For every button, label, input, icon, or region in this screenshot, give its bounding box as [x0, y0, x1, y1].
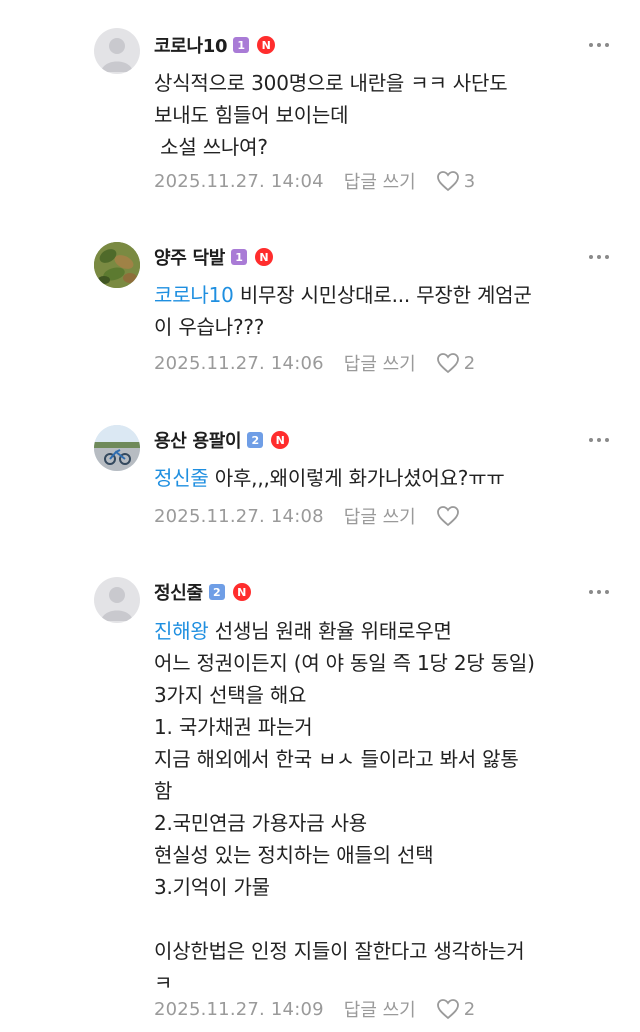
- new-badge: N: [255, 248, 274, 266]
- comment-line: 함: [154, 779, 173, 803]
- dot-icon: [605, 255, 609, 259]
- dot-icon: [605, 43, 609, 47]
- comment-date: 2025.11.27. 14:08: [154, 505, 324, 527]
- like-count: 2: [463, 352, 476, 374]
- comment-text: 상식적으로 300명으로 내란을 ㅋㅋ 사단도 보내도 힘들어 보이는데 소설 …: [154, 67, 624, 163]
- author-nickname[interactable]: 용산 용팔이: [154, 427, 242, 453]
- comment-text: 진해왕 선생님 원래 환율 위태로우면 어느 정권이든지 (여 야 동일 즉 1…: [154, 615, 624, 999]
- reply-button[interactable]: 답글 쓰기: [344, 350, 416, 376]
- author-nickname[interactable]: 정신줄: [154, 579, 203, 605]
- level-badge: 1: [233, 37, 250, 53]
- author-row: 정신줄 2 N: [154, 579, 251, 605]
- heart-icon: [436, 171, 459, 192]
- avatar-default[interactable]: [94, 577, 140, 623]
- author-nickname[interactable]: 코로나10: [154, 32, 228, 58]
- dot-icon: [597, 590, 601, 594]
- dot-icon: [605, 438, 609, 442]
- comment-date: 2025.11.27. 14:04: [154, 170, 324, 192]
- mention-link[interactable]: 진해왕: [154, 619, 209, 643]
- level-badge: 2: [247, 432, 264, 448]
- comment-meta: 2025.11.27. 14:06 답글 쓰기 2: [154, 350, 475, 376]
- mention-link[interactable]: 코로나10: [154, 283, 234, 307]
- more-options-button[interactable]: [584, 430, 614, 450]
- avatar-photo[interactable]: [94, 242, 140, 288]
- comment-text: 정신줄 아후,,,왜이렇게 화가나셨어요?ㅠㅠ: [154, 462, 624, 494]
- default-avatar-icon: [101, 587, 133, 621]
- comment-line: 보내도 힘들어 보이는데: [154, 103, 349, 127]
- avatar-photo[interactable]: [94, 425, 140, 471]
- profile-photo-icon: [94, 242, 140, 288]
- comment-meta: 2025.11.27. 14:08 답글 쓰기: [154, 503, 464, 529]
- more-options-button[interactable]: [584, 247, 614, 267]
- dot-icon: [605, 590, 609, 594]
- comment-meta: 2025.11.27. 14:04 답글 쓰기 3: [154, 168, 475, 194]
- comment-line: 2.국민연금 가용자금 사용: [154, 811, 367, 835]
- comment-line: [154, 903, 624, 935]
- reply-button[interactable]: 답글 쓰기: [344, 168, 416, 194]
- new-badge: N: [232, 583, 251, 601]
- dot-icon: [589, 43, 593, 47]
- comment-line: 현실성 있는 정치하는 애들의 선택: [154, 843, 434, 867]
- comment-line: 어느 정권이든지 (여 야 동일 즉 1당 2당 동일): [154, 651, 535, 675]
- comment-line: 3가지 선택을 해요: [154, 683, 307, 707]
- comment-line: 상식적으로 300명으로 내란을 ㅋㅋ 사단도: [154, 71, 508, 95]
- dot-icon: [589, 438, 593, 442]
- new-badge: N: [271, 431, 290, 449]
- dot-icon: [589, 590, 593, 594]
- comment-line: 이상한법은 인정 지들이 잘한다고 생각하는거: [154, 939, 525, 963]
- like-button[interactable]: 3: [436, 170, 475, 192]
- comment-line: 지금 해외에서 한국 ㅂㅅ 들이라고 봐서 앓통: [154, 747, 519, 771]
- profile-photo-icon: [94, 425, 140, 471]
- comment-date: 2025.11.27. 14:09: [154, 998, 324, 1020]
- heart-icon: [436, 353, 459, 374]
- comment-meta: 2025.11.27. 14:09 답글 쓰기 2: [154, 996, 475, 1022]
- comment-line: 비무장 시민상대로... 무장한 계엄군: [233, 283, 532, 307]
- dot-icon: [597, 438, 601, 442]
- dot-icon: [597, 255, 601, 259]
- more-options-button[interactable]: [584, 582, 614, 602]
- like-button[interactable]: 2: [436, 352, 475, 374]
- reply-button[interactable]: 답글 쓰기: [344, 996, 416, 1022]
- more-options-button[interactable]: [584, 35, 614, 55]
- level-badge: 2: [208, 584, 225, 600]
- author-row: 용산 용팔이 2 N: [154, 427, 290, 453]
- reply-button[interactable]: 답글 쓰기: [344, 503, 416, 529]
- comment-line: 소설 쓰나여?: [154, 135, 268, 159]
- heart-icon: [436, 506, 459, 527]
- comment-date: 2025.11.27. 14:06: [154, 352, 324, 374]
- comment-line: 3.기억이 가물: [154, 875, 270, 899]
- comment-line: ㅋ: [154, 971, 173, 995]
- avatar-default[interactable]: [94, 28, 140, 74]
- mention-link[interactable]: 정신줄: [154, 466, 209, 490]
- like-count: 3: [463, 170, 476, 192]
- like-button[interactable]: [436, 505, 464, 527]
- dot-icon: [589, 255, 593, 259]
- comment-line: 이 우습나???: [154, 315, 265, 339]
- default-avatar-icon: [101, 38, 133, 72]
- author-row: 양주 닥발 1 N: [154, 244, 274, 270]
- new-badge: N: [257, 36, 276, 54]
- heart-icon: [436, 999, 459, 1020]
- comment-text: 코로나10 비무장 시민상대로... 무장한 계엄군 이 우습나???: [154, 279, 624, 343]
- level-badge: 1: [231, 249, 248, 265]
- comment-line: 선생님 원래 환율 위태로우면: [208, 619, 452, 643]
- like-count: 2: [463, 998, 476, 1020]
- comment-line: 1. 국가채권 파는거: [154, 715, 313, 739]
- comment-line: 아후,,,왜이렇게 화가나셨어요?ㅠㅠ: [208, 466, 505, 490]
- dot-icon: [597, 43, 601, 47]
- author-nickname[interactable]: 양주 닥발: [154, 244, 225, 270]
- author-row: 코로나10 1 N: [154, 32, 276, 58]
- like-button[interactable]: 2: [436, 998, 475, 1020]
